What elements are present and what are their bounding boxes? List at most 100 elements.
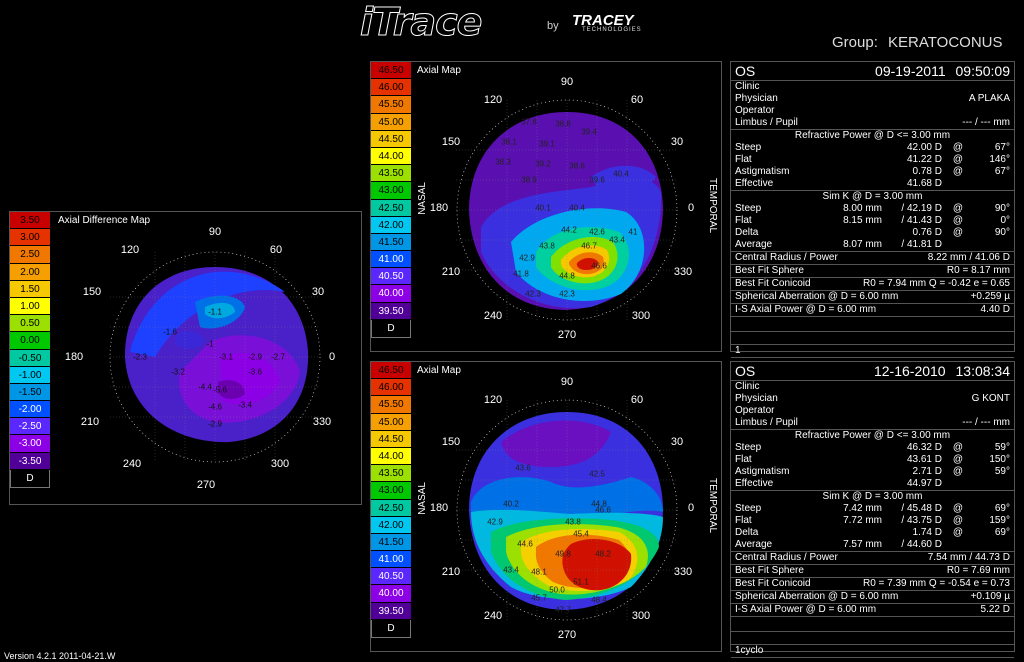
diff-value-label: -3.2 xyxy=(171,367,185,377)
diff-scale-cell: -1.50 xyxy=(10,383,50,402)
map1-axis-60: 60 xyxy=(630,94,644,106)
axial-scale-cell: 45.50 xyxy=(371,96,411,114)
eye-label: OS xyxy=(735,63,756,79)
info-label: Flat xyxy=(735,154,752,165)
info-at: @ xyxy=(952,203,964,214)
map1-value-label: 38.8 xyxy=(555,119,571,129)
info-row: Operator xyxy=(731,405,1014,417)
axial-scale-cell: 41.00 xyxy=(371,551,411,569)
best-fit-sphere-value: R0 = 7.69 mm xyxy=(946,565,1010,576)
spherical-aberration-label: Spherical Aberration @ D = 6.00 mm xyxy=(735,591,899,602)
info-row: Effective 44.97 D xyxy=(731,478,1014,490)
map1-value-label: 37.8 xyxy=(521,117,537,127)
map2-value-label: 45.4 xyxy=(573,529,589,539)
info-value: 43.61 D xyxy=(906,454,942,465)
map2-value-label: 40.2 xyxy=(503,499,519,509)
axial-scale-cell: 40.00 xyxy=(371,585,411,603)
diff-scale-cell: 1.50 xyxy=(10,280,50,298)
info-row: Best Fit Conicoid R0 = 7.39 mm Q = -0.54 … xyxy=(731,578,1014,590)
info-row: Flat 41.22 D @146° xyxy=(731,154,1014,166)
map2-axis-300: 300 xyxy=(631,610,651,622)
map1-value-label: 40.4 xyxy=(569,203,585,213)
axial-scale-cell: 40.50 xyxy=(371,268,411,286)
info-label: Average xyxy=(735,539,773,550)
refractive-header: Refractive Power @ D <= 3.00 mm xyxy=(794,430,951,441)
map2-value-label: 48.2 xyxy=(595,549,611,559)
diff-axis-240: 240 xyxy=(122,458,142,470)
map2-nasal-label: NASAL xyxy=(417,482,428,515)
info-row: Clinic xyxy=(731,381,1014,393)
map2-axis-90: 90 xyxy=(560,376,574,388)
info-row: Central Radius / Power 7.54 mm / 44.73 D xyxy=(731,552,1014,564)
map1-value-label: 46.7 xyxy=(581,241,597,251)
info-row: I-S Axial Power @ D = 6.00 mm 5.22 D xyxy=(731,604,1014,616)
logo-text: iTrace xyxy=(359,0,482,45)
exam-info-panel-1: OS 09-19-2011 09:50:09 Clinic Physician A PL… xyxy=(730,61,1015,358)
info-label: Astigmatism xyxy=(735,466,790,477)
group-value: KERATOCONUS xyxy=(888,34,1003,51)
diff-scale-cell: -1.00 xyxy=(10,366,50,384)
map2-axis-270: 270 xyxy=(557,629,577,641)
map1-value-label: 44.2 xyxy=(561,225,577,235)
diff-scale-cell: -0.50 xyxy=(10,349,50,367)
map2-value-label: 48.4 xyxy=(591,595,607,605)
info-value: 42.00 D xyxy=(906,142,942,153)
info-row: Effective 41.68 D xyxy=(731,178,1014,190)
map1-axis-240: 240 xyxy=(483,310,503,322)
info-row: OS 12-16-2010 13:08:34 xyxy=(731,362,1014,380)
map1-value-label: 43.8 xyxy=(539,241,555,251)
axial-scale-cell: 41.50 xyxy=(371,533,411,552)
map1-value-label: 39.2 xyxy=(535,159,551,169)
exam-note: 1 xyxy=(735,345,741,356)
info-row: Limbus / Pupil --- / --- mm xyxy=(731,117,1014,129)
axial-scale-cell: 43.00 xyxy=(371,482,411,500)
version-label: Version 4.2.1 2011-04-21.W xyxy=(4,651,116,661)
best-fit-sphere-label: Best Fit Sphere xyxy=(735,565,804,576)
map1-value-label: 38.3 xyxy=(495,157,511,167)
map2-value-label: 44.6 xyxy=(517,539,533,549)
info-at: @ xyxy=(952,503,964,514)
physician-label: Physician xyxy=(735,393,778,404)
info-at: @ xyxy=(952,166,964,177)
group-label: Group: KERATOCONUS xyxy=(832,34,1003,51)
axial-scale-cell: 45.00 xyxy=(371,113,411,131)
axial-map-plot-2[interactable] xyxy=(441,382,711,647)
limbus-label: Limbus / Pupil xyxy=(735,117,798,128)
exam-time: 13:08:34 xyxy=(955,363,1011,379)
axial-scale-cell: 42.00 xyxy=(371,516,411,534)
axial-scale-cell: 44.50 xyxy=(371,430,411,448)
info-row: Refractive Power @ D <= 3.00 mm xyxy=(731,430,1014,442)
best-fit-conicoid-label: Best Fit Conicoid xyxy=(735,578,811,589)
map1-value-label: 39.6 xyxy=(589,175,605,185)
central-radius-value: 8.22 mm / 41.06 D xyxy=(927,252,1010,263)
diff-scale-cell: -2.00 xyxy=(10,401,50,419)
info-value: 44.97 D xyxy=(906,478,942,489)
map1-value-label: 46.6 xyxy=(591,261,607,271)
map1-axis-0: 0 xyxy=(687,202,695,214)
info-axis: 90° xyxy=(994,227,1010,238)
info-label: Steep xyxy=(735,142,762,153)
map2-value-label: 42.9 xyxy=(487,517,503,527)
axial-scale-cell: 45.00 xyxy=(371,413,411,431)
info-row: Steep 46.32 D @59° xyxy=(731,442,1014,454)
axial-map-plot-1[interactable] xyxy=(441,82,711,347)
diff-scale-cell: 0.50 xyxy=(10,315,50,333)
diff-scale-cell: -2.50 xyxy=(10,418,50,436)
map2-value-label: 47.7 xyxy=(555,605,571,615)
central-radius-label: Central Radius / Power xyxy=(735,552,838,563)
map1-axis-30: 30 xyxy=(670,136,684,148)
map2-temporal-label: TEMPORAL xyxy=(707,478,718,534)
operator-label: Operator xyxy=(735,405,775,416)
map1-axis-300: 300 xyxy=(631,310,651,322)
info-axis: 67° xyxy=(994,166,1010,177)
info-axis: 150° xyxy=(989,454,1010,465)
diff-value-label: -1.1 xyxy=(208,307,222,317)
info-at: @ xyxy=(952,515,964,526)
info-label: Flat xyxy=(735,515,752,526)
map2-title: Axial Map xyxy=(417,365,461,376)
axial-scale-cell: 43.00 xyxy=(371,182,411,200)
map2-axis-120: 120 xyxy=(483,394,503,406)
central-radius-label: Central Radius / Power xyxy=(735,252,838,263)
info-row: Delta 1.74 D @69° xyxy=(731,527,1014,539)
